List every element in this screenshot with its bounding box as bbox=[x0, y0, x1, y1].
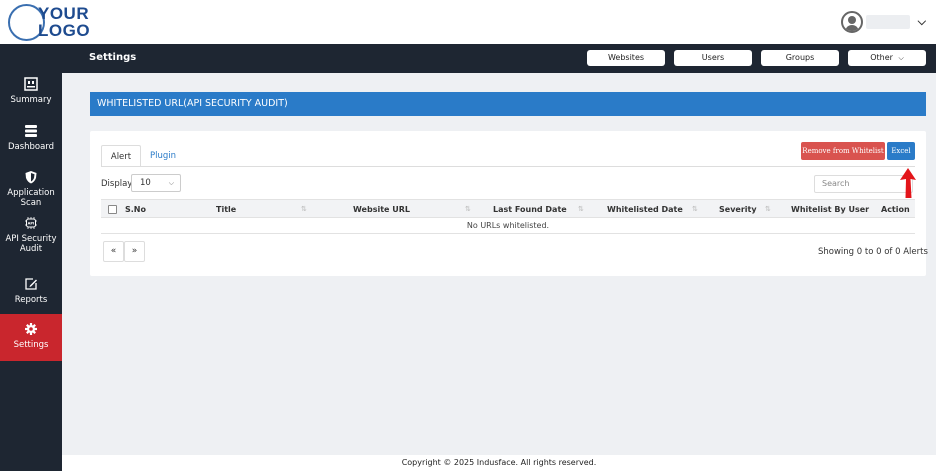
column-header-title[interactable]: Title bbox=[216, 200, 236, 219]
section-banner: WHITELISTED URL(API SECURITY AUDIT) bbox=[90, 92, 926, 116]
sidebar-item-dashboard[interactable]: Dashboard bbox=[0, 124, 62, 152]
api-icon: API bbox=[25, 217, 37, 229]
empty-table-message: No URLs whitelisted. bbox=[101, 218, 915, 234]
page-title: Settings bbox=[89, 52, 137, 63]
logo-text: YOUR LOGO bbox=[38, 5, 90, 39]
sidebar-item-api-security-audit[interactable]: API API Security Audit bbox=[0, 216, 62, 254]
avatar-icon[interactable] bbox=[840, 11, 863, 33]
sort-icon[interactable]: ⇅ bbox=[692, 200, 698, 219]
sort-icon[interactable]: ⇅ bbox=[578, 200, 584, 219]
shield-icon bbox=[25, 171, 37, 184]
red-arrow-annotation bbox=[900, 168, 916, 198]
sidebar-item-label: Summary bbox=[10, 95, 52, 105]
footer: Copyright © 2025 Indusface. All rights r… bbox=[62, 455, 936, 471]
display-value: 10 bbox=[140, 178, 151, 188]
sidebar-item-label: Application Scan bbox=[7, 188, 55, 208]
tab-alert[interactable]: Alert bbox=[101, 145, 141, 167]
other-dropdown[interactable]: Other ⌵ bbox=[848, 50, 926, 66]
table-header: S.No Title ⇅ Website URL ⇅ Last Found Da… bbox=[101, 199, 915, 218]
user-menu[interactable]: ⌵ bbox=[840, 10, 926, 34]
title-bar: Settings Websites Users Groups Other ⌵ bbox=[62, 44, 936, 73]
pagination-next-button[interactable]: » bbox=[124, 241, 145, 262]
whitelist-card: Alert Plugin Remove from Whitelist Excel… bbox=[90, 131, 928, 276]
gear-icon bbox=[25, 323, 37, 335]
edit-icon bbox=[25, 278, 37, 290]
sidebar-item-reports[interactable]: Reports bbox=[0, 277, 62, 305]
users-button[interactable]: Users bbox=[674, 50, 752, 66]
sort-icon[interactable]: ⇅ bbox=[765, 200, 771, 219]
column-header-website-url[interactable]: Website URL bbox=[353, 200, 410, 219]
tab-plugin[interactable]: Plugin bbox=[150, 145, 176, 167]
sidebar-item-summary[interactable]: Summary bbox=[0, 77, 62, 105]
display-select[interactable]: 10 ⌵ bbox=[131, 174, 181, 192]
dashboard-icon bbox=[25, 125, 37, 137]
sidebar-item-label: API Security Audit bbox=[5, 234, 57, 254]
pagination-summary: Showing 0 to 0 of 0 Alerts bbox=[818, 247, 928, 257]
column-header-whitelist-by-user[interactable]: Whitelist By User bbox=[791, 200, 869, 219]
sidebar-item-label: Reports bbox=[14, 295, 48, 305]
chevron-down-icon: ⌵ bbox=[168, 179, 174, 187]
groups-button[interactable]: Groups bbox=[761, 50, 839, 66]
pagination-prev-button[interactable]: « bbox=[103, 241, 124, 262]
sidebar: Summary Dashboard Application Scan API A… bbox=[0, 44, 62, 471]
summary-icon bbox=[24, 77, 38, 91]
tab-divider bbox=[101, 166, 915, 167]
column-header-sno[interactable]: S.No bbox=[125, 200, 146, 219]
logo-line-1: YOUR bbox=[38, 4, 90, 23]
user-name bbox=[865, 15, 910, 29]
excel-button[interactable]: Excel bbox=[887, 142, 915, 160]
top-header: YOUR LOGO ⌵ bbox=[0, 0, 936, 44]
svg-text:API: API bbox=[28, 222, 35, 226]
sidebar-item-application-scan[interactable]: Application Scan bbox=[0, 170, 62, 208]
column-header-severity[interactable]: Severity bbox=[719, 200, 757, 219]
sidebar-item-label: Settings bbox=[13, 340, 49, 350]
logo-line-2: LOGO bbox=[38, 21, 91, 40]
logo[interactable]: YOUR LOGO bbox=[8, 4, 98, 42]
column-header-last-found-date[interactable]: Last Found Date bbox=[493, 200, 567, 219]
other-label: Other bbox=[870, 53, 893, 62]
column-header-action: Action bbox=[881, 205, 910, 214]
sidebar-item-label: Dashboard bbox=[7, 142, 55, 152]
display-label: Display bbox=[101, 179, 133, 189]
websites-button[interactable]: Websites bbox=[587, 50, 665, 66]
whitelist-table: S.No Title ⇅ Website URL ⇅ Last Found Da… bbox=[101, 199, 915, 234]
sort-icon[interactable]: ⇅ bbox=[465, 200, 471, 219]
select-all-checkbox[interactable] bbox=[108, 205, 117, 214]
sidebar-item-settings[interactable]: Settings bbox=[0, 314, 62, 361]
remove-from-whitelist-button[interactable]: Remove from Whitelist bbox=[801, 142, 885, 160]
chevron-down-icon[interactable]: ⌵ bbox=[918, 15, 926, 29]
column-header-whitelisted-date[interactable]: Whitelisted Date bbox=[607, 200, 683, 219]
sort-icon[interactable]: ⇅ bbox=[301, 200, 307, 219]
chevron-down-icon: ⌵ bbox=[898, 54, 904, 62]
